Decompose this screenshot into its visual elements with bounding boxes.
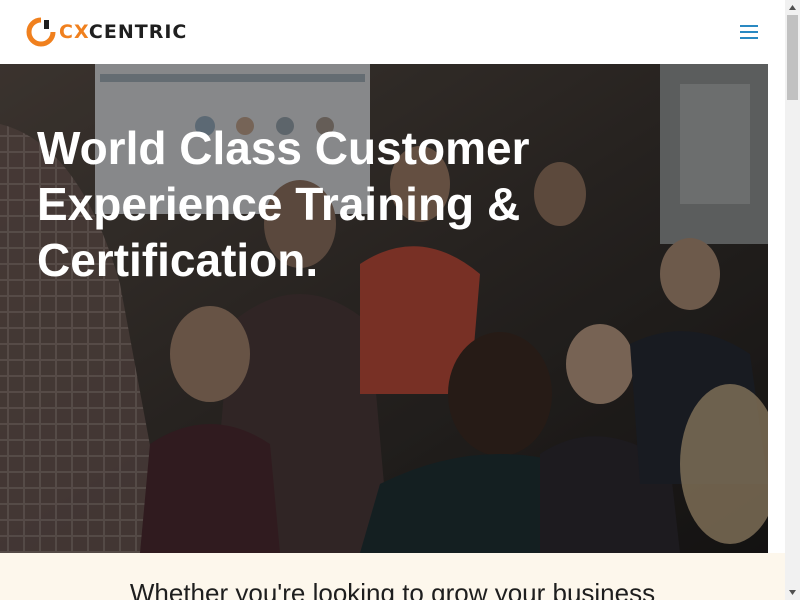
hero-banner: World Class Customer Experience Training… <box>0 64 768 553</box>
scroll-down-arrow-icon[interactable] <box>785 585 800 600</box>
cxcentric-logo[interactable]: CXCENTRIC <box>26 16 187 48</box>
hamburger-menu-icon[interactable] <box>737 22 763 42</box>
logo-wordmark: CXCENTRIC <box>59 20 188 43</box>
vertical-scrollbar[interactable] <box>785 0 800 600</box>
cxcentric-logo-mark-icon <box>26 17 56 47</box>
scroll-up-arrow-icon[interactable] <box>785 0 800 15</box>
intro-section: Whether you're looking to grow your busi… <box>0 553 785 600</box>
site-header: CXCENTRIC <box>0 0 785 64</box>
intro-text: Whether you're looking to grow your busi… <box>129 578 656 600</box>
page-viewport: CXCENTRIC World Class Customer Experienc… <box>0 0 785 600</box>
hero-title: World Class Customer Experience Training… <box>37 122 530 286</box>
scrollbar-thumb[interactable] <box>787 15 798 100</box>
